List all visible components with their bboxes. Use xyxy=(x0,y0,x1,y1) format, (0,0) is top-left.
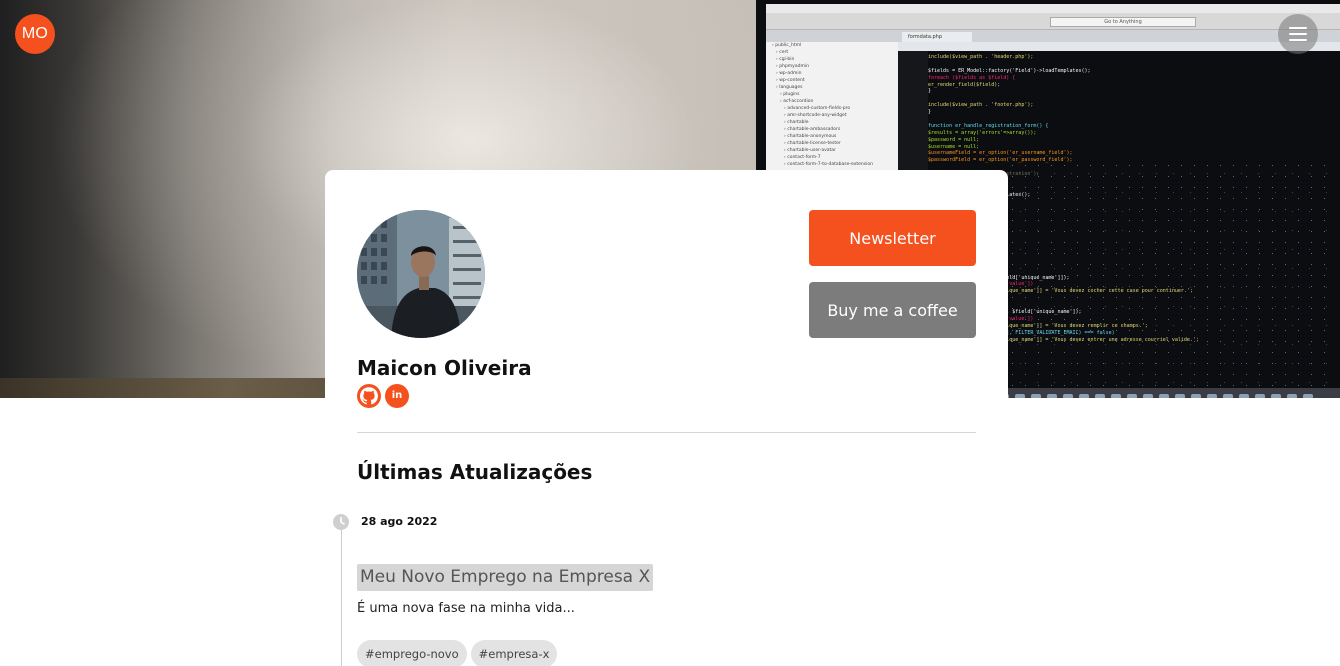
section-title: Últimas Atualizações xyxy=(357,460,593,484)
profile-name: Maicon Oliveira xyxy=(357,356,532,380)
screen-file-tree-item: › wp-admin xyxy=(776,71,802,76)
screen-dock xyxy=(996,388,1340,398)
screen-file-tree-item: › plugins xyxy=(780,92,800,97)
screen-file-tree-item: › phpmyadmin xyxy=(776,64,809,69)
site-logo[interactable]: MO xyxy=(15,14,55,54)
screen-code-line: include($view_path . 'footer.php'); xyxy=(928,102,1034,109)
screen-code-line: er_render_field($field); xyxy=(928,81,1001,88)
post-tags: #emprego-novo #empresa-x xyxy=(357,640,558,666)
screen-file-tree-item: › cgi-bin xyxy=(776,57,795,62)
buy-me-a-coffee-button[interactable]: Buy me a coffee xyxy=(809,282,976,338)
screen-code-line: include($view_path . 'header.php'); xyxy=(928,54,1034,60)
screen-file-tree-item: › contact-form-7-to-database-extension xyxy=(784,162,873,167)
screen-code-line: $password = null; xyxy=(928,136,980,143)
linkedin-icon[interactable]: in xyxy=(385,384,409,408)
screen-menubar: KomodoFileEditCodeNavigationViewProjectT… xyxy=(766,4,1340,21)
screen-code-line: $usernameField = er_option('er_username_… xyxy=(928,150,1073,157)
screen-tabbar: formdata.php xyxy=(766,30,1340,42)
post-title-link[interactable]: Meu Novo Emprego na Empresa X xyxy=(357,564,654,591)
screen-file-tree-item: › chartable-user-avatar xyxy=(784,148,836,153)
avatar xyxy=(357,210,485,338)
post-date: 28 ago 2022 xyxy=(361,515,438,528)
github-icon[interactable] xyxy=(357,384,381,408)
tag-emprego-novo[interactable]: #emprego-novo xyxy=(357,640,467,666)
screen-search-box: Go to Anything xyxy=(1050,17,1196,27)
profile-card: Maicon Oliveira in Newsletter Buy me a c… xyxy=(325,170,1008,666)
social-links: in xyxy=(357,384,409,408)
screen-breadcrumb xyxy=(898,42,1340,51)
screen-file-tree-item: › chartable-anonymous xyxy=(784,134,837,139)
timeline-line xyxy=(341,530,342,666)
screen-code-line: } xyxy=(928,109,932,116)
screen-code-line: $username = null; xyxy=(928,143,980,150)
hamburger-menu-icon[interactable] xyxy=(1278,14,1318,54)
screen-code-line: $passwordField = er_option('er_password_… xyxy=(928,157,1073,164)
linkedin-glyph: in xyxy=(391,390,403,401)
screen-file-tree-item: › chartable-license-tester xyxy=(784,141,841,146)
clock-icon xyxy=(333,514,349,530)
screen-file-tree-item: › chartable xyxy=(784,120,809,125)
screen-file-tree-item: › contact-form-7 xyxy=(784,155,821,160)
screen-code-line xyxy=(928,116,1340,123)
screen-file-tree-item: › wp-content xyxy=(776,78,805,83)
screen-code-line: $results = array('errors'=>array()); xyxy=(928,129,1037,136)
screen-file-tree-item: › acf-accordion xyxy=(780,99,814,104)
divider xyxy=(357,432,976,433)
screen-file-tree-item: › amr-shortcode-any-widget xyxy=(784,113,847,118)
screen-code-line: } xyxy=(928,88,932,95)
screen-code-line: function er_handle_registration_form() { xyxy=(928,122,1049,129)
screen-file-tree-item: › languages xyxy=(776,85,803,90)
tag-empresa-x[interactable]: #empresa-x xyxy=(470,640,558,666)
screen-tab: formdata.php xyxy=(902,32,972,42)
screen-file-tree-item: › chartable-ambassadors xyxy=(784,127,841,132)
screen-file-tree-item: › advanced-custom-fields-pro xyxy=(784,106,851,111)
screen-code-line xyxy=(928,61,1340,68)
screen-code-line: $fields = ER_Model::factory('Field')->lo… xyxy=(928,67,1091,74)
screen-file-tree-item: › cert xyxy=(776,50,789,55)
screen-code-line xyxy=(928,95,1340,102)
post-excerpt: É uma nova fase na minha vida... xyxy=(357,601,575,616)
newsletter-button[interactable]: Newsletter xyxy=(809,210,976,266)
screen-code-line: foreach ($fields as $field) { xyxy=(928,74,1016,81)
screen-toolbar: Go to Anything xyxy=(766,13,1340,30)
screen-file-tree-item: › public_html xyxy=(772,43,802,48)
